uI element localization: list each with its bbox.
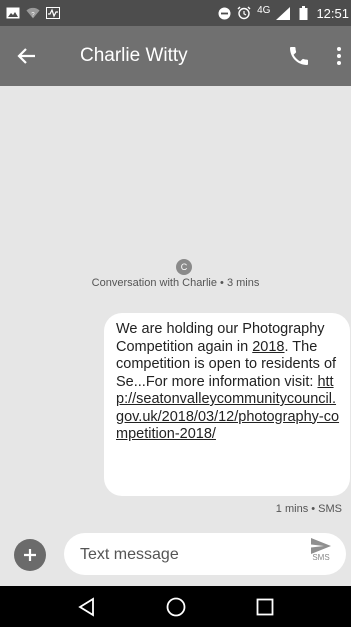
more-vertical-icon[interactable] (333, 44, 345, 68)
nav-back-icon[interactable] (76, 596, 98, 618)
message-meta: 1 mins • SMS (275, 503, 342, 515)
composer-bar: SMS (0, 527, 351, 586)
message-bubble[interactable]: We are holding our Photography Competiti… (104, 313, 350, 496)
battery-icon (296, 6, 310, 20)
conversation-area: C Conversation with Charlie • 3 mins We … (0, 86, 351, 527)
network-type-label: 4G (257, 4, 271, 16)
contact-name-title: Charlie Witty (80, 45, 188, 66)
send-button[interactable]: SMS (308, 537, 334, 571)
phone-icon[interactable] (287, 44, 311, 68)
status-time: 12:51 (316, 5, 349, 21)
image-icon (6, 6, 20, 20)
plus-icon (24, 549, 36, 561)
activity-icon (46, 6, 60, 20)
message-input[interactable] (78, 543, 292, 567)
navigation-bar (0, 586, 351, 627)
svg-text:?: ? (31, 11, 35, 18)
add-attachment-button[interactable] (14, 539, 46, 571)
back-arrow-icon[interactable] (14, 43, 40, 69)
nav-recents-icon[interactable] (254, 596, 276, 618)
message-input-container: SMS (64, 533, 346, 575)
send-sms-label: SMS (312, 553, 330, 562)
alarm-icon (237, 6, 251, 20)
wifi-question-icon: ? (26, 6, 40, 20)
nav-home-icon[interactable] (165, 596, 187, 618)
conversation-info: Conversation with Charlie • 3 mins (91, 277, 260, 289)
app-bar: Charlie Witty (0, 26, 351, 86)
signal-icon (276, 6, 291, 20)
message-year-link[interactable]: 2018 (252, 339, 284, 355)
dnd-icon (217, 6, 231, 20)
contact-avatar: C (176, 259, 192, 275)
status-bar: ? 4G 12:51 (0, 0, 351, 26)
